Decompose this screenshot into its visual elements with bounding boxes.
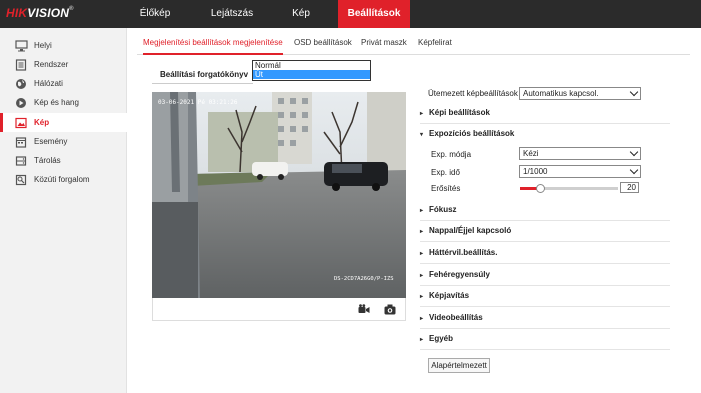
section-white-balance[interactable]: ▸ Fehéregyensúly xyxy=(420,265,670,286)
storage-icon xyxy=(14,154,28,168)
sidebar-item-video-audio[interactable]: Kép és hang xyxy=(0,93,127,112)
event-icon xyxy=(14,135,28,149)
schedule-select[interactable]: Automatikus kapcsol. xyxy=(519,87,641,100)
section-label: Képi beállítások xyxy=(429,108,490,117)
sidebar-item-local[interactable]: Helyi xyxy=(0,36,127,55)
sidebar-item-storage[interactable]: Tárolás xyxy=(0,151,127,170)
media-icon xyxy=(14,96,28,110)
nav-picture[interactable]: Kép xyxy=(278,0,324,28)
sidebar-item-label: Közúti forgalom xyxy=(34,175,90,184)
scenario-option-normal[interactable]: Normál xyxy=(253,61,370,70)
default-button[interactable]: Alapértelmezett xyxy=(428,358,490,373)
collapse-arrow-icon: ▸ xyxy=(420,251,424,257)
gain-label: Erősítés xyxy=(431,184,461,193)
sidebar-item-label: Tárolás xyxy=(34,156,61,165)
exp-mode-value: Kézi xyxy=(523,149,539,158)
video-toolbar xyxy=(152,298,406,321)
exp-mode-label: Exp. módja xyxy=(431,150,472,159)
collapse-arrow-icon: ▸ xyxy=(420,229,424,235)
nav-live-view[interactable]: Élőkép xyxy=(130,0,180,28)
settings-tabs: Megjelenítési beállítások megjelenítése … xyxy=(137,33,690,55)
section-label: Fókusz xyxy=(429,205,457,214)
scenario-option-road[interactable]: Út xyxy=(253,70,370,79)
expand-arrow-icon: ▾ xyxy=(420,132,424,138)
scenario-dropdown[interactable]: Normál Út xyxy=(252,60,371,81)
top-navigation-bar: HIKVISION® Élőkép Lejátszás Kép Beállítá… xyxy=(0,0,701,28)
section-image-enhancement[interactable]: ▸ Képjavítás xyxy=(420,286,670,307)
gain-slider-handle[interactable] xyxy=(536,184,545,193)
tab-picture-overlay[interactable]: Képfelirat xyxy=(418,33,452,55)
gain-value-box[interactable]: 20 xyxy=(620,182,639,193)
traffic-icon xyxy=(14,173,28,187)
section-focus[interactable]: ▸ Fókusz xyxy=(420,200,670,221)
schedule-label: Ütemezett képbeállítások xyxy=(428,89,518,98)
section-day-night[interactable]: ▸ Nappal/Éjjel kapcsoló xyxy=(420,221,670,242)
record-icon[interactable] xyxy=(358,304,370,317)
scenario-label: Beállítási forgatókönyv xyxy=(160,70,249,79)
tab-privacy-mask[interactable]: Privát maszk xyxy=(361,33,407,55)
nav-playback[interactable]: Lejátszás xyxy=(200,0,264,28)
section-backlight[interactable]: ▸ Háttérvil.beállítás. xyxy=(420,243,670,264)
live-video-preview[interactable]: 03-06-2021 Pé 03:21:26 DS-2CD7A26G0/P-IZ… xyxy=(152,92,406,298)
collapse-arrow-icon: ▸ xyxy=(420,337,424,343)
section-label: Fehéregyensúly xyxy=(429,270,490,279)
collapse-arrow-icon: ▸ xyxy=(420,208,424,214)
exp-time-label: Exp. idő xyxy=(431,168,460,177)
hikvision-logo: HIKVISION® xyxy=(6,6,74,20)
nav-configuration[interactable]: Beállítások xyxy=(338,0,410,28)
section-label: Expozíciós beállítások xyxy=(429,129,515,138)
tab-display-settings[interactable]: Megjelenítési beállítások megjelenítése xyxy=(143,33,283,55)
collapse-arrow-icon: ▸ xyxy=(420,294,424,300)
monitor-icon xyxy=(14,39,28,53)
sidebar-item-event[interactable]: Esemény xyxy=(0,132,127,151)
collapse-arrow-icon: ▸ xyxy=(420,111,424,117)
sidebar-item-label: Hálózati xyxy=(34,79,63,88)
section-exposure[interactable]: ▾ Expozíciós beállítások xyxy=(420,124,670,145)
section-label: Háttérvil.beállítás. xyxy=(429,248,498,257)
sidebar-item-image[interactable]: Kép xyxy=(0,113,127,132)
exp-time-select[interactable]: 1/1000 xyxy=(519,165,641,178)
globe-icon xyxy=(14,77,28,91)
osd-device-name: DS-2CD7A26G0/P-IZS xyxy=(334,276,394,282)
sidebar-item-network[interactable]: Hálózati xyxy=(0,74,127,93)
section-video-adjustment[interactable]: ▸ Videobeállítás xyxy=(420,308,670,329)
sidebar-item-label: Helyi xyxy=(34,41,52,50)
sidebar-item-label: Kép xyxy=(34,118,50,127)
sidebar-item-label: Esemény xyxy=(34,137,68,146)
section-image-adjustment[interactable]: ▸ Képi beállítások xyxy=(420,103,670,124)
tab-osd-settings[interactable]: OSD beállítások xyxy=(294,33,352,55)
sidebar-item-system[interactable]: Rendszer xyxy=(0,55,127,74)
section-label: Képjavítás xyxy=(429,291,470,300)
sidebar-item-label: Kép és hang xyxy=(34,98,79,107)
osd-timestamp: 03-06-2021 Pé 03:21:26 xyxy=(158,99,238,106)
chevron-down-icon xyxy=(629,87,639,97)
exp-time-value: 1/1000 xyxy=(523,167,548,176)
chevron-down-icon xyxy=(629,165,639,175)
collapse-arrow-icon: ▸ xyxy=(420,316,424,322)
image-icon xyxy=(14,116,28,130)
section-label: Egyéb xyxy=(429,334,454,343)
chevron-down-icon xyxy=(629,147,639,157)
schedule-select-value: Automatikus kapcsol. xyxy=(523,89,599,98)
section-label: Videobeállítás xyxy=(429,313,483,322)
section-other[interactable]: ▸ Egyéb xyxy=(420,329,670,350)
system-icon xyxy=(14,58,28,72)
sidebar-item-road-traffic[interactable]: Közúti forgalom xyxy=(0,170,127,189)
camera-scene-image: 03-06-2021 Pé 03:21:26 DS-2CD7A26G0/P-IZ… xyxy=(152,92,406,298)
gain-slider-track[interactable] xyxy=(520,184,618,193)
sidebar-item-label: Rendszer xyxy=(34,60,69,69)
exp-mode-select[interactable]: Kézi xyxy=(519,147,641,160)
sidebar: Helyi Rendszer Hálózati Kép és hang Kép … xyxy=(0,28,127,393)
snapshot-camera-icon[interactable] xyxy=(384,304,396,317)
collapse-arrow-icon: ▸ xyxy=(420,273,424,279)
section-label: Nappal/Éjjel kapcsoló xyxy=(429,226,512,235)
